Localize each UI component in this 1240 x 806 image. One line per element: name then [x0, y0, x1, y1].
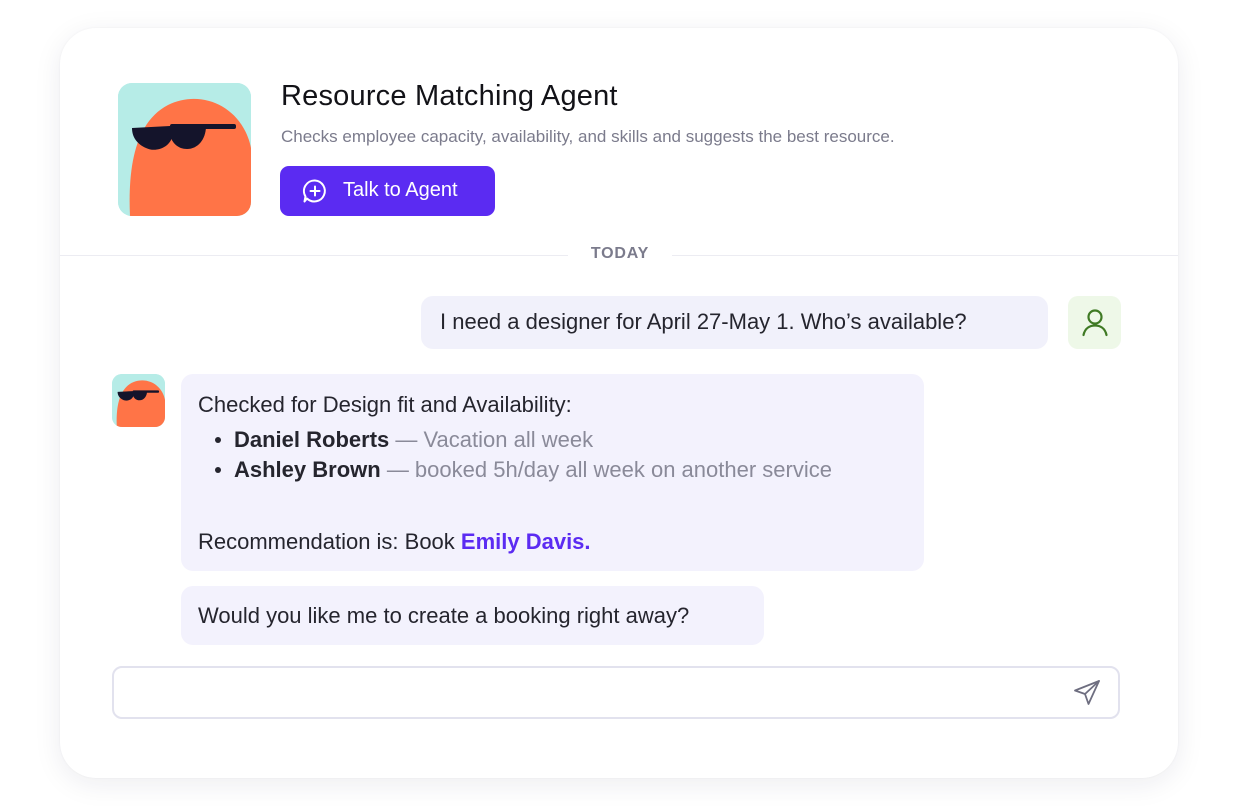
bot-message-bubble: Checked for Design fit and Availability:…: [181, 374, 924, 571]
recommended-person: Emily Davis.: [460, 529, 591, 554]
talk-to-agent-button[interactable]: Talk to Agent: [280, 166, 495, 216]
user-message-text: I need a designer for April 27-May 1. Wh…: [440, 309, 967, 334]
bullet-dot: [215, 467, 221, 473]
list-item: Daniel Roberts — Vacation all week: [234, 427, 593, 453]
person-name: Ashley Brown: [234, 457, 381, 482]
agent-avatar: [118, 83, 251, 216]
date-divider-label: TODAY: [590, 245, 650, 262]
chat-plus-icon: [302, 179, 326, 203]
person-name: Daniel Roberts: [234, 427, 390, 452]
bot-question-bubble: Would you like me to create a booking ri…: [181, 586, 764, 645]
agent-description: Checks employee capacity, availability, …: [281, 127, 895, 146]
person-status: — booked 5h/day all week on another serv…: [380, 457, 832, 482]
divider-line-right: [672, 255, 1178, 256]
bullet-dot: [215, 437, 221, 443]
recommendation-line: Recommendation is: Book Emily Davis.: [198, 529, 591, 555]
user-message-bubble: I need a designer for April 27-May 1. Wh…: [421, 296, 1048, 349]
user-icon: [1082, 309, 1108, 337]
bot-avatar: [112, 374, 165, 427]
bot-message-intro: Checked for Design fit and Availability:: [198, 392, 572, 417]
bot-question-text: Would you like me to create a booking ri…: [198, 603, 690, 628]
message-composer: [112, 666, 1120, 719]
recommendation-prefix: Recommendation is: Book: [198, 529, 461, 554]
list-item: Ashley Brown — booked 5h/day all week on…: [234, 457, 832, 483]
agent-title: Resource Matching Agent: [281, 80, 618, 112]
talk-to-agent-label: Talk to Agent: [343, 179, 458, 201]
person-status: — Vacation all week: [389, 427, 594, 452]
send-icon[interactable]: [1072, 678, 1102, 708]
message-input[interactable]: [130, 678, 1054, 710]
divider-line-left: [60, 255, 568, 256]
user-avatar: [1068, 296, 1121, 349]
